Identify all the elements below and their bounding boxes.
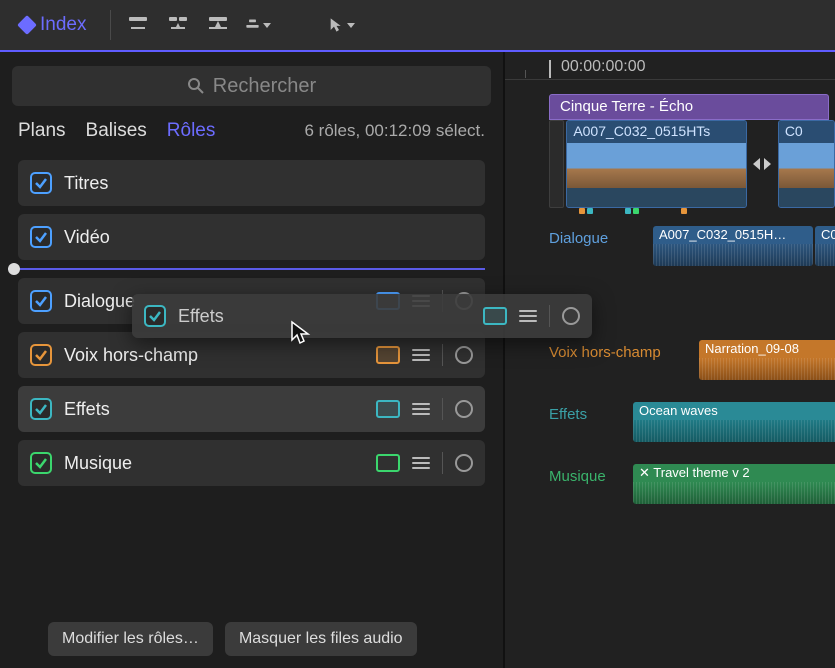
index-diamond-icon [17, 15, 37, 35]
roles-list: Titres Vidéo [4, 160, 499, 260]
hide-audio-lanes-button[interactable]: Masquer les files audio [225, 622, 417, 656]
insert-tool-icon[interactable] [125, 12, 151, 38]
role-controls [376, 344, 473, 366]
role-row-voix[interactable]: Voix hors-champ [18, 332, 485, 378]
audio-clip-dialogue[interactable]: A007_C032_0515H… [653, 226, 813, 266]
clip-name: A007_C032_0515HTs [567, 121, 746, 143]
audio-clip-dialogue-2[interactable]: C0 [815, 226, 835, 266]
index-panel: Rechercher Plans Balises Rôles 6 rôles, … [0, 52, 505, 668]
search-placeholder: Rechercher [213, 75, 316, 98]
clip-name: A007_C032_0515H… [653, 226, 813, 244]
ruler-timecode: 00:00:00:00 [561, 58, 646, 76]
main-area: Rechercher Plans Balises Rôles 6 rôles, … [0, 52, 835, 668]
clip-name: ✕ Travel theme v 2 [633, 464, 835, 482]
video-clip-2[interactable]: C0 [778, 120, 835, 208]
roles-divider[interactable] [8, 266, 485, 272]
role-row-musique[interactable]: Musique [18, 440, 485, 486]
solo-icon[interactable] [455, 454, 473, 472]
edit-roles-button[interactable]: Modifier les rôles… [48, 622, 213, 656]
role-controls [376, 398, 473, 420]
index-button[interactable]: Index [10, 10, 96, 40]
role-controls [376, 452, 473, 474]
clip-name: Ocean waves [633, 402, 835, 420]
lane-effets: Effets Ocean waves [549, 402, 835, 448]
index-tabs: Plans Balises Rôles 6 rôles, 00:12:09 sé… [4, 116, 499, 160]
role-checkbox[interactable] [30, 398, 52, 420]
role-checkbox[interactable] [144, 305, 166, 327]
top-toolbar: Index [0, 0, 835, 52]
role-checkbox[interactable] [30, 226, 52, 248]
audio-markers [579, 208, 835, 218]
transition-icon[interactable] [749, 120, 776, 208]
role-row-effets[interactable]: Effets [18, 386, 485, 432]
role-checkbox[interactable] [30, 344, 52, 366]
role-checkbox[interactable] [30, 452, 52, 474]
show-lane-icon[interactable] [483, 307, 507, 325]
toolbar-divider [110, 10, 111, 40]
clip-name: C0 [779, 121, 834, 143]
roles-selection-info: 6 rôles, 00:12:09 sélect. [304, 121, 485, 141]
audio-clip-effets[interactable]: Ocean waves [633, 402, 835, 442]
role-label: Effets [64, 399, 364, 420]
lane-voix: Voix hors-champ Narration_09-08 [549, 340, 835, 386]
mouse-cursor-icon [290, 320, 312, 351]
role-label: Voix hors-champ [64, 345, 364, 366]
solo-icon[interactable] [562, 307, 580, 325]
dragging-role-row[interactable]: Effets [132, 294, 592, 338]
clip-name: C0 [815, 226, 835, 244]
show-lane-icon[interactable] [376, 346, 400, 364]
role-controls [483, 305, 580, 327]
solo-icon[interactable] [455, 346, 473, 364]
role-label: Vidéo [64, 227, 473, 248]
role-checkbox[interactable] [30, 290, 52, 312]
audio-clip-musique[interactable]: ✕ Travel theme v 2 [633, 464, 835, 504]
clip-name: Narration_09-08 [699, 340, 835, 358]
chevron-down-icon [263, 23, 271, 28]
role-row-titres[interactable]: Titres [18, 160, 485, 206]
clip-handle[interactable] [549, 120, 564, 208]
timeline-ruler[interactable]: 00:00:00:00 [505, 52, 835, 80]
video-track: A007_C032_0515HTs C0 [549, 120, 835, 208]
collapse-subroles-icon[interactable] [412, 457, 430, 469]
role-label: Effets [178, 306, 471, 327]
tab-balises[interactable]: Balises [86, 120, 147, 142]
bottom-buttons: Modifier les rôles… Masquer les files au… [48, 622, 417, 656]
role-label: Musique [64, 453, 364, 474]
connect-tool-icon[interactable] [245, 12, 271, 38]
search-field[interactable]: Rechercher [12, 66, 491, 106]
lane-dialogue: Dialogue A007_C032_0515H… C0 [549, 226, 835, 272]
lane-label: Voix hors-champ [549, 340, 699, 361]
overwrite-tool-icon[interactable] [205, 12, 231, 38]
audio-clip-voix[interactable]: Narration_09-08 [699, 340, 835, 380]
role-checkbox[interactable] [30, 172, 52, 194]
video-clip-1[interactable]: A007_C032_0515HTs [566, 120, 747, 208]
chevron-down-icon [347, 23, 355, 28]
compound-clip-title[interactable]: Cinque Terre - Écho [549, 94, 829, 120]
show-lane-icon[interactable] [376, 454, 400, 472]
collapse-subroles-icon[interactable] [519, 310, 537, 322]
tab-roles[interactable]: Rôles [167, 120, 216, 142]
playhead-marker[interactable] [549, 60, 551, 78]
search-icon [187, 77, 205, 95]
tick-icon [525, 70, 526, 78]
show-lane-icon[interactable] [376, 400, 400, 418]
index-label: Index [40, 14, 86, 36]
lane-label: Dialogue [549, 226, 653, 247]
lane-musique: Musique ✕ Travel theme v 2 [549, 464, 835, 510]
tab-plans[interactable]: Plans [18, 120, 66, 142]
solo-icon[interactable] [455, 400, 473, 418]
collapse-subroles-icon[interactable] [412, 349, 430, 361]
append-tool-icon[interactable] [165, 12, 191, 38]
collapse-subroles-icon[interactable] [412, 403, 430, 415]
role-row-video[interactable]: Vidéo [18, 214, 485, 260]
timeline-panel: 00:00:00:00 Cinque Terre - Écho A007_C03… [505, 52, 835, 668]
role-label: Titres [64, 173, 473, 194]
select-tool-icon[interactable] [329, 12, 355, 38]
